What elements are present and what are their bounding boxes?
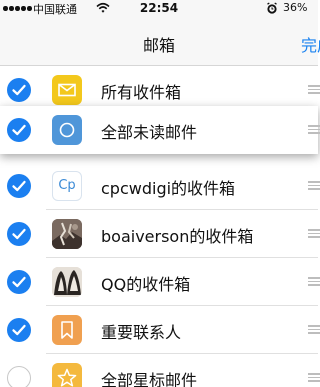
status-bar: 中国联通 22:54 36%: [0, 0, 318, 18]
mailbox-row-starred[interactable]: 全部星标邮件: [0, 354, 320, 387]
selection-check-icon[interactable]: [7, 222, 31, 246]
boaiverson-avatar-icon: [52, 219, 82, 249]
mailbox-label: 重要联系人: [101, 323, 182, 342]
reorder-handle-icon[interactable]: [308, 373, 320, 383]
mailbox-label: 所有收件箱: [101, 83, 182, 102]
reorder-handle-icon[interactable]: [308, 325, 320, 335]
reorder-handle-icon[interactable]: [308, 277, 320, 287]
mailbox-row-boaiverson[interactable]: boaiverson的收件箱: [0, 210, 320, 258]
navigation-bar: 邮箱 完成: [0, 18, 320, 66]
done-button[interactable]: 完成: [301, 32, 320, 56]
qq-avatar-icon: [52, 267, 82, 297]
reorder-handle-icon[interactable]: [308, 125, 320, 135]
star-icon: [52, 363, 82, 387]
page-title: 邮箱: [142, 36, 175, 55]
reorder-handle-icon[interactable]: [308, 181, 320, 191]
mailbox-label: cpcwdigi的收件箱: [101, 179, 236, 198]
unread-icon: [52, 115, 82, 145]
selection-check-icon[interactable]: [7, 78, 31, 102]
mailbox-label: 全部星标邮件: [101, 371, 198, 387]
reorder-handle-icon[interactable]: [308, 85, 320, 95]
mailbox-label: 全部未读邮件: [101, 123, 198, 142]
selection-check-icon[interactable]: [7, 174, 31, 198]
bookmark-icon: [52, 315, 82, 345]
mailbox-row-all-unread[interactable]: 全部未读邮件: [0, 106, 320, 154]
selection-check-icon[interactable]: [7, 270, 31, 294]
selection-check-icon[interactable]: [7, 118, 31, 142]
cp-avatar-icon: Cp: [52, 171, 82, 201]
alarm-icon: [267, 2, 277, 14]
battery-percentage: 36%: [283, 1, 308, 14]
mailbox-row-vip[interactable]: 重要联系人: [0, 306, 320, 354]
selection-check-icon[interactable]: [7, 318, 31, 342]
reorder-handle-icon[interactable]: [308, 229, 320, 239]
mailbox-label: QQ的收件箱: [101, 275, 191, 294]
mailbox-row-cpcwdigi[interactable]: Cp cpcwdigi的收件箱: [0, 162, 320, 210]
inbox-icon: [52, 75, 82, 105]
mailbox-label: boaiverson的收件箱: [101, 227, 254, 246]
selection-circle-icon[interactable]: [7, 366, 31, 387]
mailbox-row-qq[interactable]: QQ的收件箱: [0, 258, 320, 306]
